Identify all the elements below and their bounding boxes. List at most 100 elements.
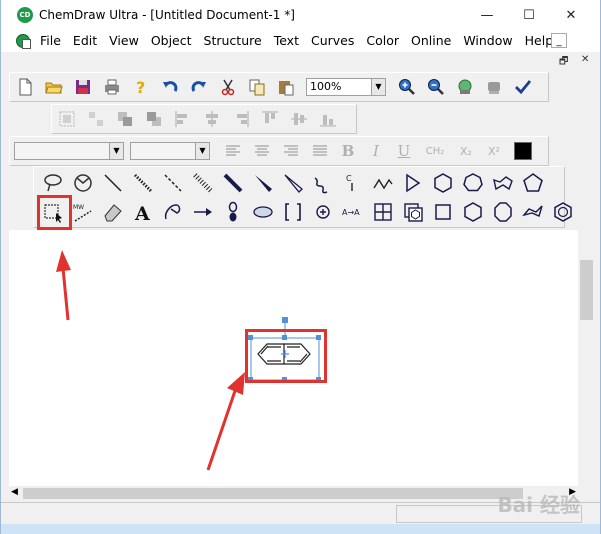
menu-text[interactable]: Text xyxy=(268,30,305,52)
octagon-ring-icon[interactable] xyxy=(488,198,518,226)
align-center-h-icon[interactable] xyxy=(201,108,223,130)
menu-structure[interactable]: Structure xyxy=(198,30,268,52)
arrow-icon[interactable] xyxy=(188,198,218,226)
zoom-in-icon[interactable] xyxy=(396,76,418,98)
rotate-handle[interactable] xyxy=(282,317,288,323)
font-select[interactable]: ▼ xyxy=(14,142,124,160)
menu-file[interactable]: File xyxy=(34,30,67,52)
help-icon[interactable]: ? xyxy=(130,76,152,98)
cyclopentane-icon[interactable] xyxy=(488,169,518,197)
hexagon-ring-icon[interactable] xyxy=(428,169,458,197)
align-left-icon[interactable] xyxy=(172,108,194,130)
copy-icon[interactable] xyxy=(246,76,268,98)
mdi-close-button[interactable]: ✕ xyxy=(581,54,589,65)
vertical-scroll-thumb[interactable] xyxy=(580,260,593,320)
font-size-select[interactable]: ▼ xyxy=(130,142,210,160)
title-bar: CD ChemDraw Ultra - [Untitled Document-1… xyxy=(1,0,600,30)
menu-online[interactable]: Online xyxy=(405,30,457,52)
formula-button[interactable]: CH₂ xyxy=(421,140,449,162)
align-top-icon[interactable] xyxy=(259,108,281,130)
hashed-bond-icon[interactable] xyxy=(128,169,158,197)
vertical-scrollbar[interactable] xyxy=(578,230,595,502)
wavy-bond-icon[interactable] xyxy=(308,169,338,197)
scroll-left-icon[interactable]: ◀ xyxy=(11,487,18,497)
menu-window[interactable]: Window xyxy=(457,30,518,52)
bracket-icon[interactable] xyxy=(278,198,308,226)
eraser-icon[interactable] xyxy=(98,198,128,226)
lasso-icon[interactable] xyxy=(38,169,68,197)
templates-icon[interactable] xyxy=(398,198,428,226)
align-bottom-icon[interactable] xyxy=(317,108,339,130)
cyclopentane-chair-icon[interactable] xyxy=(518,198,548,226)
maximize-button[interactable]: ☐ xyxy=(506,0,552,30)
open-folder-icon[interactable] xyxy=(43,76,65,98)
zoom-select[interactable]: 100% ▼ xyxy=(306,78,386,96)
mdi-minimize-button[interactable]: _ xyxy=(551,33,567,48)
align-middle-icon[interactable] xyxy=(288,108,310,130)
justify-left-icon[interactable] xyxy=(222,140,244,162)
justify-right-icon[interactable] xyxy=(280,140,302,162)
italic-button[interactable]: I xyxy=(365,140,387,162)
pentagon-ring-icon[interactable] xyxy=(518,169,548,197)
document-menu-icon[interactable] xyxy=(16,34,31,49)
pen-icon[interactable] xyxy=(158,198,188,226)
table-icon[interactable] xyxy=(368,198,398,226)
solid-bond-icon[interactable] xyxy=(98,169,128,197)
group-icon[interactable] xyxy=(56,108,78,130)
drawing-element-icon[interactable] xyxy=(248,198,278,226)
close-button[interactable]: ✕ xyxy=(548,0,594,30)
save-icon[interactable] xyxy=(72,76,94,98)
structure-perspective-icon[interactable] xyxy=(68,169,98,197)
menu-edit[interactable]: Edit xyxy=(67,30,103,52)
benzene-icon[interactable] xyxy=(548,198,578,226)
reaction-mapping-icon[interactable]: A→A xyxy=(338,198,368,226)
justify-full-icon[interactable] xyxy=(309,140,331,162)
bring-front-icon[interactable] xyxy=(114,108,136,130)
undo-icon[interactable] xyxy=(159,76,181,98)
ungroup-icon[interactable] xyxy=(85,108,107,130)
redo-icon[interactable] xyxy=(188,76,210,98)
align-right-icon[interactable] xyxy=(230,108,252,130)
zoom-out-icon[interactable] xyxy=(425,76,447,98)
horizontal-scroll-thumb[interactable] xyxy=(23,488,523,499)
subscript-button[interactable]: X₂ xyxy=(455,140,477,162)
acyclic-chain-icon[interactable] xyxy=(368,169,398,197)
horizontal-scrollbar[interactable]: ◀ ▶ xyxy=(9,486,578,502)
mdi-restore-button[interactable]: 🗗 xyxy=(559,54,568,71)
menu-object[interactable]: Object xyxy=(145,30,198,52)
robot-icon[interactable] xyxy=(483,76,505,98)
show-structure-icon[interactable] xyxy=(454,76,476,98)
underline-button[interactable]: U xyxy=(393,140,415,162)
minimize-button[interactable]: — xyxy=(464,0,510,30)
orbital-icon[interactable] xyxy=(218,198,248,226)
bold-bond-icon[interactable] xyxy=(218,169,248,197)
square-ring-icon[interactable] xyxy=(428,198,458,226)
hollow-wedge-bond-icon[interactable] xyxy=(278,169,308,197)
wedge-bond-icon[interactable] xyxy=(248,169,278,197)
triangle-ring-icon[interactable] xyxy=(398,169,428,197)
chevron-down-icon: ▼ xyxy=(371,79,385,95)
palette-row-2: MW A A→A xyxy=(38,198,578,226)
new-document-icon[interactable] xyxy=(14,76,36,98)
cyclohexane-icon[interactable] xyxy=(458,198,488,226)
send-back-icon[interactable] xyxy=(143,108,165,130)
paste-icon[interactable] xyxy=(275,76,297,98)
heptagon-ring-icon[interactable] xyxy=(458,169,488,197)
mass-fragmentation-icon[interactable]: MW xyxy=(68,198,98,226)
superscript-button[interactable]: X² xyxy=(483,140,505,162)
menu-view[interactable]: View xyxy=(103,30,145,52)
menu-curves[interactable]: Curves xyxy=(305,30,360,52)
chain-icon[interactable]: C xyxy=(338,169,368,197)
check-icon[interactable] xyxy=(512,76,534,98)
tool-palette: C MW A A→A xyxy=(33,166,572,228)
dashed-bond-icon[interactable] xyxy=(158,169,188,197)
justify-center-icon[interactable] xyxy=(251,140,273,162)
hashed-wedge-bond-icon[interactable] xyxy=(188,169,218,197)
charge-icon[interactable] xyxy=(308,198,338,226)
bold-button[interactable]: B xyxy=(337,140,359,162)
menu-color[interactable]: Color xyxy=(360,30,405,52)
cut-icon[interactable] xyxy=(217,76,239,98)
text-icon[interactable]: A xyxy=(128,198,158,226)
color-swatch[interactable] xyxy=(514,142,532,160)
print-icon[interactable] xyxy=(101,76,123,98)
